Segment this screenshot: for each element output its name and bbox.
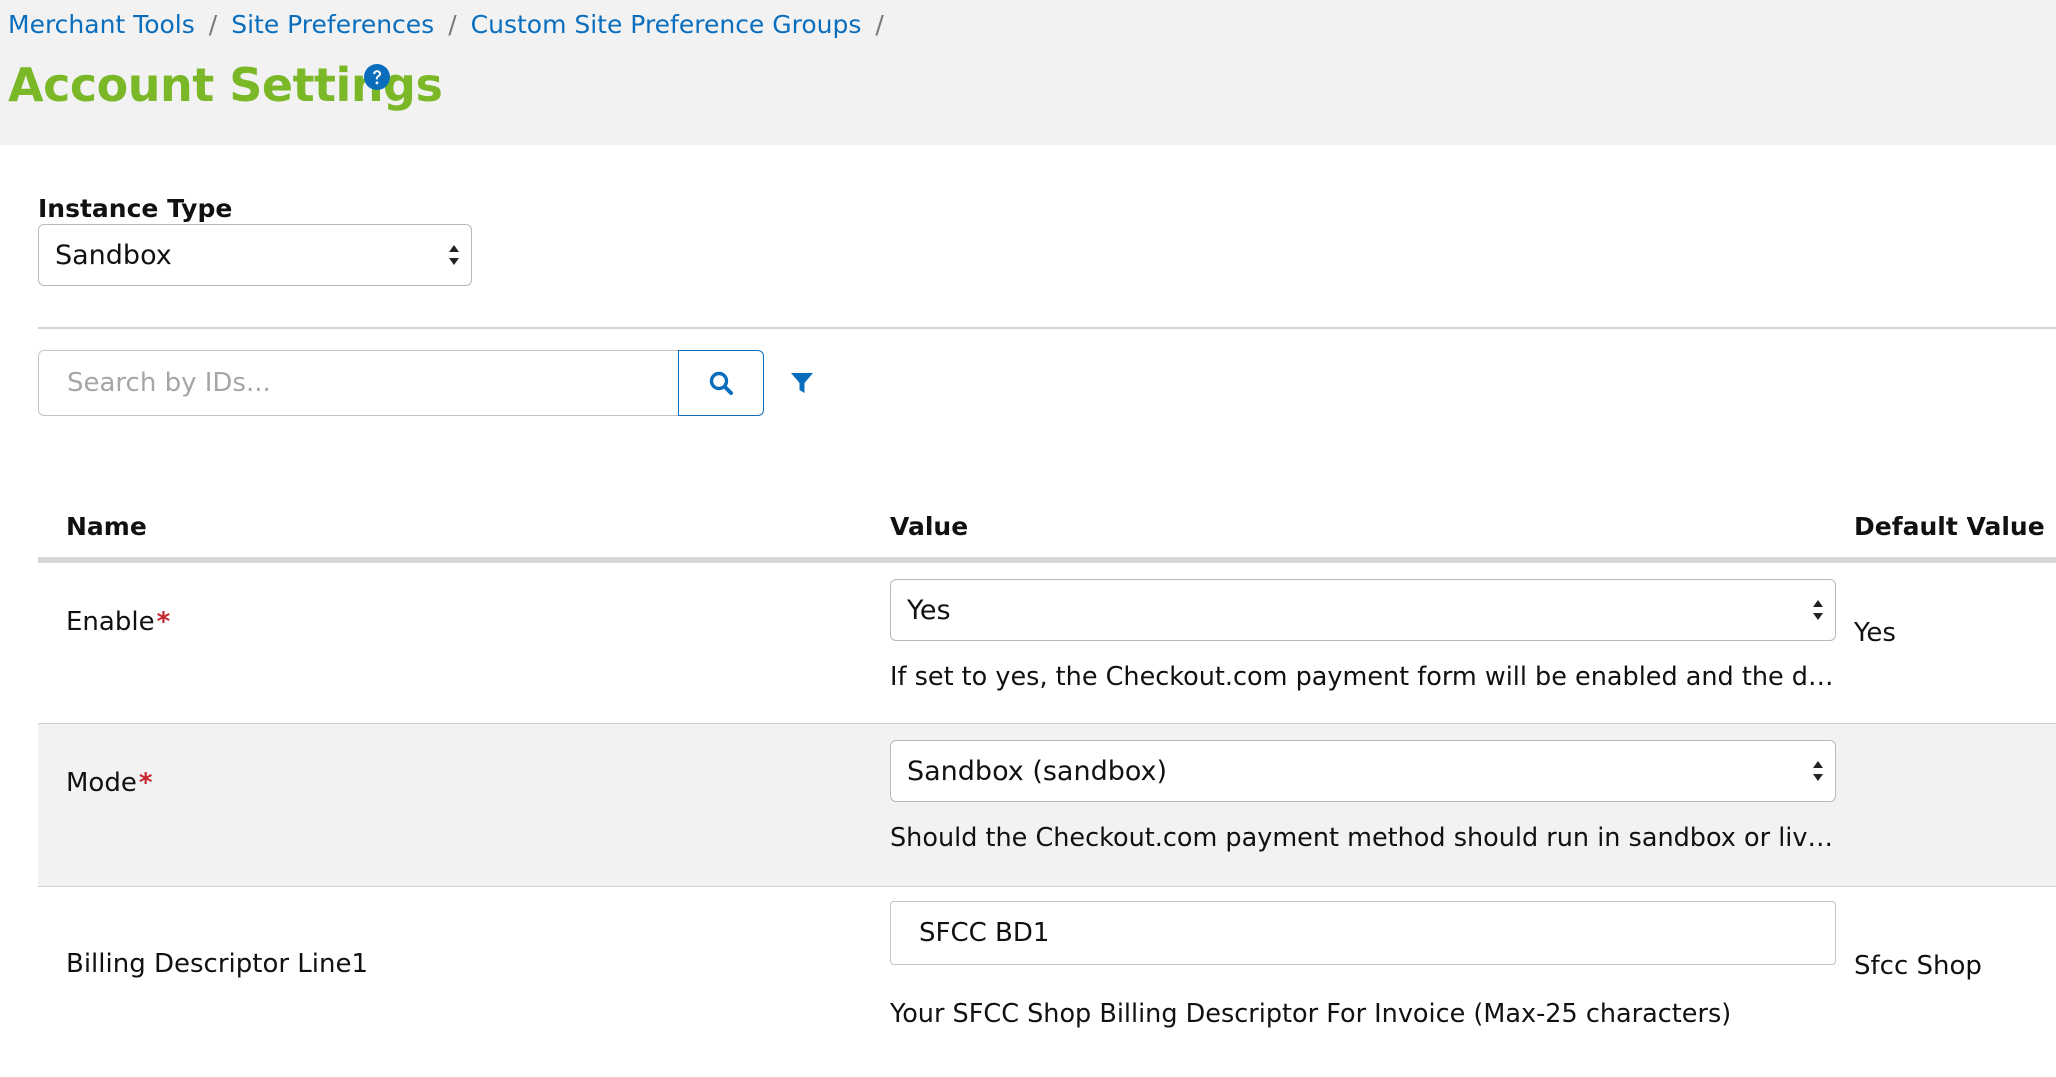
enable-select[interactable]: Yes [890,579,1836,641]
select-arrows-icon [1813,600,1823,620]
breadcrumb-merchant-tools[interactable]: Merchant Tools [8,10,195,39]
page-header: Merchant Tools / Site Preferences / Cust… [0,0,2056,145]
preference-name: Mode* [66,768,152,798]
breadcrumb-separator: / [875,9,884,39]
breadcrumb-separator: / [208,9,218,39]
filter-button[interactable] [789,370,815,396]
filter-icon [791,373,813,393]
mode-select[interactable]: Sandbox (sandbox) [890,740,1836,802]
preference-name-label: Enable [66,607,155,637]
breadcrumb-custom-site-preference-groups[interactable]: Custom Site Preference Groups [471,10,862,39]
breadcrumb: Merchant Tools / Site Preferences / Cust… [8,8,898,40]
table-row: Billing Descriptor Line1 Your SFCC Shop … [38,887,2056,1077]
required-marker: * [156,607,171,637]
required-marker: * [138,768,153,798]
instance-type-selected-value: Sandbox [55,239,172,271]
default-value: Sfcc Shop [1854,951,1982,981]
table-row: Enable* Yes If set to yes, the Checkout.… [38,563,2056,724]
select-arrows-icon [1813,761,1823,781]
billing-descriptor-line1-input[interactable] [890,901,1836,965]
instance-type-label: Instance Type [38,194,233,223]
default-value: Yes [1854,618,1896,648]
search-input[interactable] [38,350,679,416]
help-icon[interactable] [364,64,390,90]
preference-name: Billing Descriptor Line1 [66,949,369,979]
preference-name: Enable* [66,607,170,637]
enable-selected-value: Yes [907,594,951,626]
search-button[interactable] [678,350,764,416]
column-header-name: Name [66,512,147,541]
breadcrumb-site-preferences[interactable]: Site Preferences [231,10,434,39]
instance-type-select[interactable]: Sandbox [38,224,472,286]
preference-description: Your SFCC Shop Billing Descriptor For In… [890,999,1732,1029]
section-divider [38,327,2056,329]
table-row: Mode* Sandbox (sandbox) Should the Check… [38,724,2056,887]
preference-description: If set to yes, the Checkout.com payment … [890,662,1836,692]
column-header-default-value: Default Value [1854,512,2045,541]
mode-selected-value: Sandbox (sandbox) [907,755,1168,787]
column-header-value: Value [890,512,969,541]
select-arrows-icon [449,245,459,265]
breadcrumb-separator: / [448,9,457,39]
preference-description: Should the Checkout.com payment method s… [890,823,1836,853]
search-icon [709,371,733,395]
preference-name-label: Mode [66,768,137,798]
